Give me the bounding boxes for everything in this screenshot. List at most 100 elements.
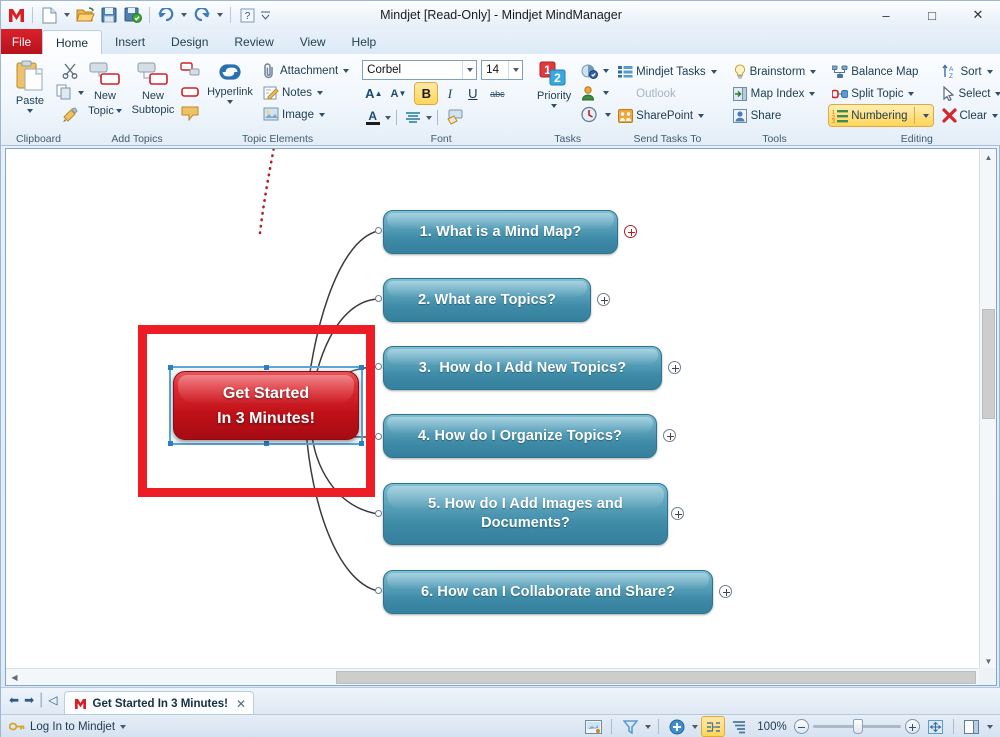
paste-button[interactable]: Paste (6, 58, 54, 115)
topic-2[interactable]: 2. What are Topics? (383, 278, 591, 322)
mindjet-tasks-dropdown-icon[interactable] (711, 70, 717, 74)
shrink-font-button[interactable]: A▼ (387, 83, 409, 104)
presentation-mode-button[interactable] (582, 717, 604, 736)
notes-dropdown-icon[interactable] (317, 91, 323, 95)
topic-5-expand-button[interactable] (671, 507, 684, 520)
tab-file[interactable]: File (1, 29, 42, 54)
undo-dropdown-icon[interactable] (179, 4, 189, 26)
vertical-scroll-thumb[interactable] (982, 309, 995, 419)
font-size-dropdown-icon[interactable] (508, 61, 522, 79)
select-dropdown-icon[interactable] (995, 92, 1000, 96)
close-button[interactable]: ✕ (955, 1, 1000, 29)
topic-1-expand-button[interactable] (624, 225, 637, 238)
filter-button[interactable] (619, 717, 641, 736)
horizontal-scrollbar[interactable]: ◀ (6, 668, 981, 685)
resources-button[interactable] (579, 82, 613, 103)
priority-button[interactable]: 1 2 Priority (530, 58, 578, 110)
font-family-combo[interactable]: Corbel (362, 60, 477, 80)
topic-2-expand-button[interactable] (597, 293, 610, 306)
hyperlink-button[interactable]: Hyperlink (203, 58, 257, 106)
redo-icon[interactable] (191, 4, 213, 26)
new-dropdown-icon[interactable] (62, 4, 72, 26)
redo-dropdown-icon[interactable] (215, 4, 225, 26)
new-topic-button[interactable]: New Topic (81, 58, 129, 119)
app-logo-icon[interactable] (5, 4, 27, 26)
attachment-button[interactable]: Attachment (260, 60, 352, 81)
save-upload-icon[interactable] (122, 4, 144, 26)
topic-6[interactable]: 6. How can I Collaborate and Share? (383, 570, 713, 614)
topic-5[interactable]: 5. How do I Add Images and Documents? (383, 483, 668, 545)
format-topic-button[interactable] (443, 107, 468, 128)
share-button[interactable]: Share (730, 105, 820, 126)
sharepoint-button[interactable]: SharePoint (615, 105, 719, 126)
numbering-button[interactable]: 123 Numbering (829, 105, 932, 126)
map-canvas[interactable]: Get Started In 3 Minutes! 1. What is a M… (6, 149, 980, 667)
image-dropdown-icon[interactable] (319, 113, 325, 117)
topic-4-expand-button[interactable] (663, 429, 676, 442)
split-topic-button[interactable]: Split Topic (829, 83, 932, 104)
minimize-button[interactable]: – (863, 1, 909, 29)
notes-button[interactable]: Notes (260, 82, 352, 103)
tab-help[interactable]: Help (339, 30, 390, 54)
numbering-dropdown-icon[interactable] (923, 114, 929, 118)
font-color-dropdown-icon[interactable] (385, 116, 391, 120)
select-button[interactable]: Select (939, 83, 1000, 104)
hyperlink-dropdown-icon[interactable] (227, 100, 233, 104)
vertical-scrollbar[interactable]: ▲ ▼ (979, 149, 996, 670)
scroll-up-arrow[interactable]: ▲ (980, 149, 997, 166)
align-button[interactable] (402, 107, 424, 128)
topic-6-expand-button[interactable] (719, 585, 732, 598)
map-index-button[interactable]: Map Index (730, 83, 820, 104)
login-dropdown-icon[interactable] (120, 725, 126, 729)
topic-3[interactable]: 3. How do I Add New Topics? (383, 346, 662, 390)
balance-view-button[interactable] (702, 717, 724, 736)
new-icon[interactable] (38, 4, 60, 26)
duration-button[interactable] (579, 104, 613, 125)
tab-home[interactable]: Home (42, 30, 102, 55)
italic-button[interactable]: I (439, 83, 460, 104)
doc-tab-get-started[interactable]: Get Started In 3 Minutes! ✕ (64, 691, 255, 715)
zoom-in-button[interactable] (905, 719, 920, 734)
nav-back-icon[interactable]: ⬅ (9, 693, 19, 707)
tab-view[interactable]: View (287, 30, 339, 54)
resources-dropdown-icon[interactable] (603, 91, 609, 95)
font-family-dropdown-icon[interactable] (462, 61, 476, 79)
fit-to-window-button[interactable] (924, 717, 946, 736)
undo-icon[interactable] (155, 4, 177, 26)
align-dropdown-icon[interactable] (426, 116, 432, 120)
progress-dropdown-icon[interactable] (603, 69, 609, 73)
sharepoint-dropdown-icon[interactable] (698, 114, 704, 118)
brainstorm-button[interactable]: Brainstorm (730, 61, 820, 82)
tab-design[interactable]: Design (158, 30, 221, 54)
fit-map-dropdown-icon[interactable] (692, 725, 698, 729)
attachment-dropdown-icon[interactable] (343, 69, 349, 73)
horizontal-scroll-thumb[interactable] (336, 671, 976, 684)
customize-qat-icon[interactable] (260, 4, 270, 26)
new-topic-dropdown-icon[interactable] (116, 109, 122, 113)
tab-insert[interactable]: Insert (102, 30, 158, 54)
sort-dropdown-icon[interactable] (987, 70, 993, 74)
login-label[interactable]: Log In to Mindjet (30, 721, 115, 733)
open-icon[interactable] (74, 4, 96, 26)
progress-button[interactable] (579, 60, 613, 81)
nav-forward-icon[interactable]: ➡ (24, 693, 34, 707)
underline-button[interactable]: U (462, 83, 483, 104)
balance-map-button[interactable]: Balance Map (829, 61, 932, 82)
brainstorm-dropdown-icon[interactable] (810, 70, 816, 74)
strikethrough-button[interactable]: abc (485, 83, 509, 104)
split-topic-dropdown-icon[interactable] (908, 92, 914, 96)
task-pane-dropdown-icon[interactable] (987, 725, 993, 729)
sort-button[interactable]: AZ Sort (939, 61, 1000, 82)
maximize-button[interactable]: □ (909, 1, 955, 29)
map-index-dropdown-icon[interactable] (809, 92, 815, 96)
priority-dropdown-icon[interactable] (551, 104, 557, 108)
new-subtopic-button[interactable]: New Subtopic (129, 58, 177, 118)
topic-4[interactable]: 4. How do I Organize Topics? (383, 414, 657, 458)
clear-dropdown-icon[interactable] (992, 114, 998, 118)
save-icon[interactable] (98, 4, 120, 26)
task-pane-button[interactable] (961, 717, 983, 736)
filter-dropdown-icon[interactable] (645, 725, 651, 729)
help-icon[interactable]: ? (236, 4, 258, 26)
mindjet-tasks-button[interactable]: Mindjet Tasks (615, 61, 719, 82)
font-color-button[interactable]: A (362, 108, 383, 128)
